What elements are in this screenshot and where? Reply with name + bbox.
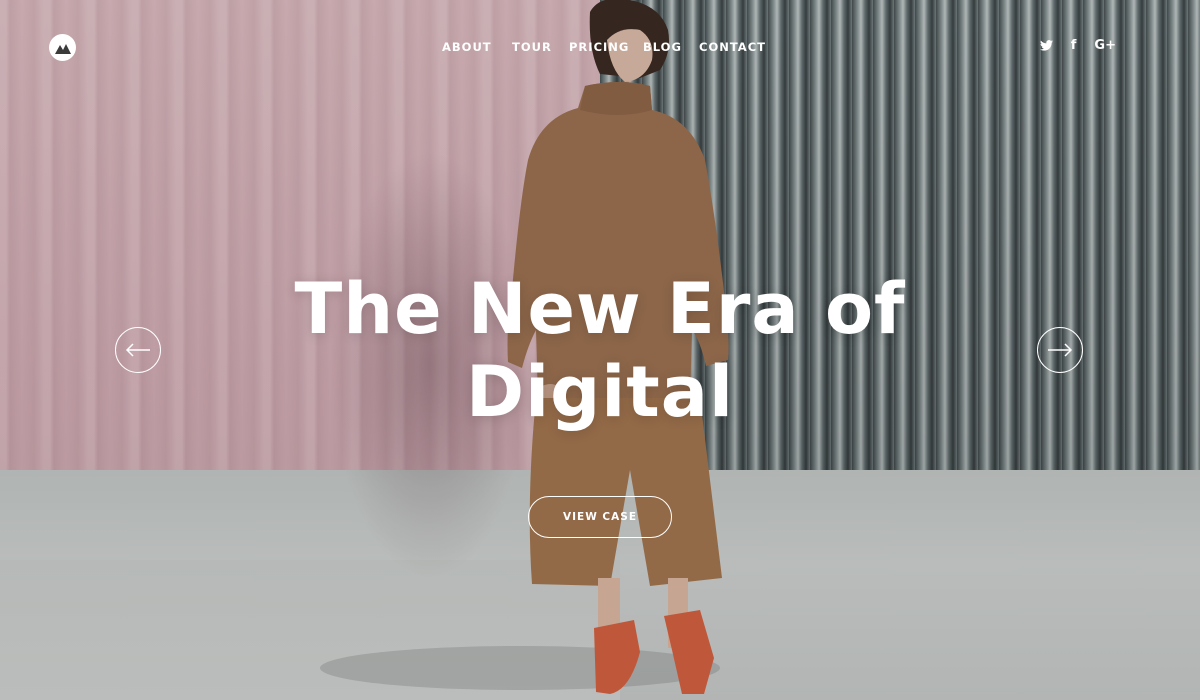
google-plus-icon[interactable]: G+: [1094, 38, 1116, 53]
hero-headline-line1: The New Era of: [294, 268, 906, 350]
nav-item-contact[interactable]: CONTACT: [699, 40, 766, 54]
nav-item-blog[interactable]: BLOG: [643, 40, 682, 54]
facebook-icon[interactable]: f: [1071, 38, 1077, 53]
hero-headline-line2: Digital: [466, 351, 734, 433]
twitter-icon[interactable]: [1039, 40, 1053, 51]
main-nav: ABOUT TOUR PRICING BLOG CONTACT: [0, 40, 1200, 56]
nav-item-about[interactable]: ABOUT: [442, 40, 492, 54]
nav-item-pricing[interactable]: PRICING: [569, 40, 629, 54]
view-case-button[interactable]: VIEW CASE: [528, 496, 672, 538]
arrow-right-icon: [1048, 343, 1073, 357]
nav-item-tour[interactable]: TOUR: [512, 40, 552, 54]
arrow-left-icon: [125, 343, 150, 357]
hero-headline: The New Era of Digital: [0, 268, 1200, 434]
previous-slide-button[interactable]: [115, 327, 161, 373]
social-links: f G+: [1039, 38, 1116, 53]
next-slide-button[interactable]: [1037, 327, 1083, 373]
hero-slide: ABOUT TOUR PRICING BLOG CONTACT f G+ The…: [0, 0, 1200, 700]
